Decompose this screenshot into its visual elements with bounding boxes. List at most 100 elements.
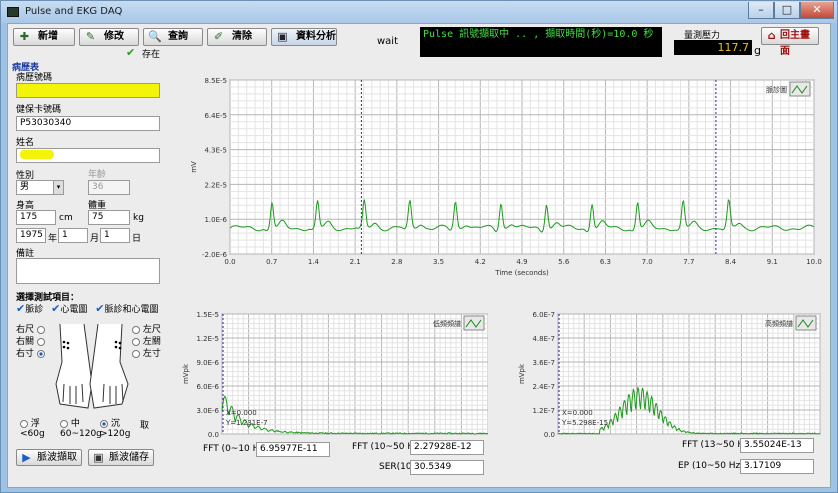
x-tick-label: 0.7	[266, 258, 277, 266]
pulse-check-icon[interactable]: ✔	[16, 302, 25, 315]
edit-button[interactable]: ✎ 修改	[79, 28, 139, 46]
analysis-button[interactable]: ▣ 資料分析	[271, 28, 337, 46]
clear-icon: ✐	[213, 30, 224, 43]
pos-left-guan[interactable]: 左關	[132, 336, 161, 348]
home-icon: ⌂	[767, 29, 776, 42]
home-button[interactable]: ⌂ 回主畫面	[761, 27, 819, 57]
legend-label: 低頻頻譜	[433, 319, 461, 328]
capture-button[interactable]: ▶ 脈波擷取	[16, 449, 82, 466]
x-tick-label: 5.6	[558, 258, 570, 266]
x-tick-label: 1.4	[308, 258, 320, 266]
window-title: Pulse and EKG DAQ	[25, 6, 123, 17]
y-tick-label: 6.0E-6	[196, 383, 219, 391]
y-tick-label: 2.4E-7	[532, 383, 555, 391]
pos-right-guan[interactable]: 右關	[16, 336, 45, 348]
name-field[interactable]	[16, 148, 160, 163]
weight-unit: kg	[133, 213, 144, 223]
card-field[interactable]: P53030340	[16, 116, 160, 131]
id-field[interactable]	[16, 83, 160, 98]
status-message: Pulse 訊號擷取中 .. , 擷取時間(秒)=10.0 秒	[420, 27, 662, 57]
query-button[interactable]: 🔍 查詢	[143, 28, 203, 46]
x-tick-label: 6.3	[600, 258, 611, 266]
pulse-chart: 0.0 0.7 1.4 2.1 2.8 3.5 4.2 4.9 5.6 6.3 7.0 7.7 8.4 9…	[190, 77, 822, 277]
query-icon: 🔍	[148, 30, 162, 43]
birth-day-field[interactable]: 1	[100, 228, 130, 243]
legend-swatch	[795, 315, 817, 331]
ep-value: 3.17109	[740, 459, 814, 474]
cursor-y-readout: Y=1.231E-7	[225, 419, 268, 427]
add-icon: ✚	[19, 30, 30, 43]
low-spectrum-chart: 0.03.06.09.012.015.018.021.024.027.030.0…	[182, 311, 496, 457]
save-wave-button[interactable]: ▣ 脈波儲存	[88, 449, 154, 466]
minimize-button[interactable]: –	[748, 2, 774, 19]
birth-month-field[interactable]: 1	[58, 228, 88, 243]
legend-label: 脈診圖	[766, 85, 787, 94]
right-positions: 右尺 右關 右寸	[16, 324, 45, 360]
status-text: wait	[377, 36, 399, 47]
x-tick-label: 10.0	[806, 258, 822, 266]
y-tick-label: 0.0	[208, 431, 219, 438]
y-tick-label: 6.0E-7	[532, 311, 555, 319]
main-panel: ✚ 新增 ✎ 修改 🔍 查詢 ✐ 清除 ▣ 資料分析 ✔ 存在 wait Pulse 訊號…	[7, 23, 831, 488]
year-unit: 年	[48, 234, 58, 244]
x-tick-label: 2.1	[350, 258, 361, 266]
clear-button[interactable]: ✐ 清除	[207, 28, 267, 46]
press-middle[interactable]: 中 60~120g	[60, 416, 102, 439]
cursor-x-readout: X=0.000	[226, 409, 257, 417]
y-tick-label: 2.2E-5	[204, 181, 227, 189]
app-window: Pulse and EKG DAQ – □ ✕ ✚ 新增 ✎ 修改 🔍 查詢 ✐ 清除 …	[0, 0, 838, 493]
legend-label: 高頻頻譜	[765, 319, 793, 328]
analysis-icon: ▣	[277, 30, 288, 43]
high-spectrum-chart: 0.05.010.015.020.025.030.035.040.045.050…	[518, 311, 828, 457]
y-tick-label: 3.0E-6	[196, 407, 219, 415]
press-float[interactable]: 浮 <60g	[20, 416, 45, 439]
x-tick-label: 4.2	[475, 258, 486, 266]
saved-check-icon: ✔	[126, 46, 136, 59]
fft1050-value: 2.27928E-12	[410, 440, 484, 455]
day-unit: 日	[132, 234, 142, 244]
save-icon: ▣	[93, 451, 104, 464]
legend-swatch	[463, 315, 485, 331]
ser-value: 30.5349	[410, 460, 484, 475]
maximize-button[interactable]: □	[774, 2, 800, 19]
fft010-value: 6.95977E-11	[256, 442, 330, 457]
age-field: 36	[88, 180, 130, 195]
y-axis-label: mVpk	[518, 363, 526, 384]
take-label: 取	[140, 421, 150, 431]
age-label: 年齡	[88, 170, 107, 180]
y-axis-label: mV	[190, 161, 198, 173]
press-deep[interactable]: 沉 >120g	[100, 416, 130, 439]
pos-left-chi[interactable]: 左尺	[132, 324, 161, 336]
title-bar: Pulse and EKG DAQ – □ ✕	[1, 1, 837, 23]
x-tick-label: 9.1	[767, 258, 778, 266]
y-tick-label: 1.2E-5	[196, 335, 219, 343]
pulse-chart-panel: 0.0 0.7 1.4 2.1 2.8 3.5 4.2 4.9 5.6 6.3 7.0 7.7 8.4 9…	[172, 68, 824, 280]
name-label: 姓名	[16, 138, 35, 148]
saved-label: 存在	[142, 50, 161, 60]
gender-select[interactable]: 男 ▾	[16, 180, 64, 195]
x-axis-label: Time (seconds)	[494, 269, 549, 277]
weight-field[interactable]: 75	[88, 210, 130, 225]
y-tick-label: -2.0E-6	[202, 251, 228, 259]
play-icon: ▶	[22, 451, 31, 464]
fft1350-value: 3.55024E-13	[740, 438, 814, 453]
height-field[interactable]: 175	[16, 210, 56, 225]
ekg-check-icon[interactable]: ✔	[51, 302, 60, 315]
note-field[interactable]	[16, 258, 160, 284]
x-tick-label: 8.4	[725, 258, 737, 266]
pos-right-chi[interactable]: 右尺	[16, 324, 45, 336]
cursor-y-readout: Y=5.298E-15	[561, 419, 608, 427]
pos-left-cun[interactable]: 左寸	[132, 348, 161, 360]
x-tick-label: 3.5	[433, 258, 444, 266]
card-label: 健保卡號碼	[16, 105, 62, 115]
y-axis-label: mVpk	[182, 363, 190, 384]
chevron-down-icon: ▾	[53, 181, 63, 194]
pos-right-cun[interactable]: 右寸	[16, 348, 45, 360]
close-button[interactable]: ✕	[800, 2, 834, 19]
y-tick-label: 1.2E-7	[532, 407, 555, 415]
x-tick-label: 0.0	[224, 258, 235, 266]
birth-year-field[interactable]: 1975	[16, 228, 46, 243]
pressure-value: 117.7	[674, 40, 752, 55]
add-button[interactable]: ✚ 新增	[13, 28, 75, 46]
height-unit: cm	[59, 213, 73, 223]
